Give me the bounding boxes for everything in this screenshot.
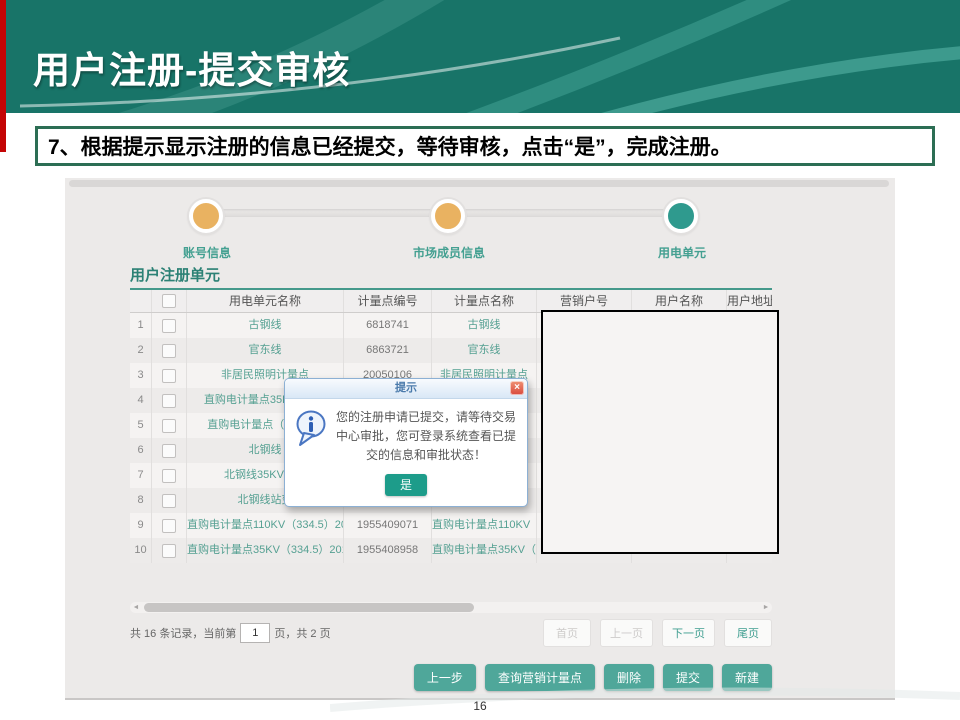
top-edge-bar (69, 180, 889, 187)
header-meter-no: 计量点编号 (344, 290, 432, 312)
prompt-dialog: 提示 × 您的注册申请已提交，请等待交易中心审批，您可登录系统查看已提交的信息和… (284, 378, 528, 507)
header-user-address: 用户地址 (727, 290, 772, 312)
presentation-slide: 用户注册-提交审核 7、根据提示显示注册的信息已经提交，等待审核，点击“是”，完… (0, 0, 960, 720)
slide-header-band: 用户注册-提交审核 (0, 0, 960, 113)
record-summary-prefix: 共 16 条记录，当前第 (130, 625, 236, 641)
meter-no: 6863721 (344, 338, 432, 363)
dialog-button-row: 是 (295, 465, 517, 496)
row-number: 10 (130, 538, 152, 563)
header-unit-name: 用电单元名称 (187, 290, 344, 312)
unit-name-link[interactable]: 官东线 (187, 338, 344, 363)
row-checkbox[interactable] (162, 344, 176, 358)
instruction-box: 7、根据提示显示注册的信息已经提交，等待审核，点击“是”，完成注册。 (35, 126, 935, 166)
unit-name-link[interactable]: 直购电计量点110KV（334.5）2018 (187, 513, 344, 538)
row-checkbox[interactable] (162, 519, 176, 533)
prev-page-button[interactable]: 上一页 (600, 619, 653, 647)
header-marketing-account: 营销户号 (537, 290, 632, 312)
checkbox-cell (152, 363, 187, 388)
page-number-input[interactable] (240, 623, 270, 643)
first-page-button[interactable]: 首页 (543, 619, 591, 647)
meter-name: 官东线 (432, 338, 537, 363)
meter-no: 1955409071 (344, 513, 432, 538)
dialog-body: 您的注册申请已提交，请等待交易中心审批，您可登录系统查看已提交的信息和审批状态！… (285, 399, 527, 506)
slide-page-number: 16 (0, 699, 960, 713)
pager-buttons: 首页 上一页 下一页 尾页 (543, 619, 772, 647)
new-button[interactable]: 新建 (722, 664, 772, 691)
unit-name-link[interactable]: 古钢线 (187, 313, 344, 338)
row-checkbox[interactable] (162, 469, 176, 483)
scrollbar-thumb[interactable] (144, 603, 474, 612)
row-checkbox[interactable] (162, 544, 176, 558)
dialog-title-bar: 提示 × (285, 379, 527, 399)
row-number: 6 (130, 438, 152, 463)
checkbox-cell (152, 388, 187, 413)
row-number: 2 (130, 338, 152, 363)
record-summary-suffix: 页，共 2 页 (274, 625, 330, 641)
meter-name: 古钢线 (432, 313, 537, 338)
row-number: 3 (130, 363, 152, 388)
row-checkbox[interactable] (162, 444, 176, 458)
action-buttons-bar: 上一步 查询营销计量点 删除 提交 新建 (130, 664, 772, 691)
row-checkbox[interactable] (162, 419, 176, 433)
info-icon (295, 410, 329, 448)
checkbox-cell (152, 513, 187, 538)
row-checkbox[interactable] (162, 394, 176, 408)
checkbox-cell (152, 338, 187, 363)
slide-title: 用户注册-提交审核 (33, 40, 350, 94)
previous-step-button[interactable]: 上一步 (414, 664, 476, 691)
meter-no: 6818741 (344, 313, 432, 338)
step-dot-power-unit[interactable] (664, 199, 698, 233)
select-all-checkbox[interactable] (162, 294, 176, 308)
registration-stepper: 账号信息 市场成员信息 用电单元 (65, 196, 895, 266)
step-label-account-info: 账号信息 (137, 244, 277, 261)
step-dot-account-info[interactable] (189, 199, 223, 233)
checkbox-cell (152, 313, 187, 338)
header-checkbox-cell (152, 290, 187, 312)
yes-button[interactable]: 是 (385, 474, 427, 496)
last-page-button[interactable]: 尾页 (724, 619, 772, 647)
row-number: 7 (130, 463, 152, 488)
horizontal-scrollbar[interactable]: ◄ ► (130, 602, 772, 613)
step-label-market-member-info: 市场成员信息 (379, 244, 519, 261)
section-title: 用户注册单元 (130, 264, 220, 285)
unit-name-link[interactable]: 直购电计量点35KV（334.5）20180 (187, 538, 344, 563)
next-page-button[interactable]: 下一页 (662, 619, 715, 647)
checkbox-cell (152, 463, 187, 488)
meter-no: 1955408958 (344, 538, 432, 563)
submit-button[interactable]: 提交 (663, 664, 713, 691)
row-number: 1 (130, 313, 152, 338)
step-dot-market-member-info[interactable] (431, 199, 465, 233)
meter-name: 直购电计量点110KV（ (432, 513, 537, 538)
checkbox-cell (152, 538, 187, 563)
app-screenshot-region: 账号信息 市场成员信息 用电单元 用户注册单元 用电单元名称 计量点编号 计量点… (65, 178, 895, 700)
header-user-name: 用户名称 (632, 290, 727, 312)
checkbox-cell (152, 488, 187, 513)
row-number: 4 (130, 388, 152, 413)
header-meter-name: 计量点名称 (432, 290, 537, 312)
pagination-bar: 共 16 条记录，当前第 页，共 2 页 首页 上一页 下一页 尾页 (130, 619, 772, 647)
redaction-rectangle (541, 310, 779, 554)
scroll-left-icon[interactable]: ◄ (131, 602, 141, 613)
step-label-power-unit: 用电单元 (612, 244, 752, 261)
scroll-right-icon[interactable]: ► (761, 602, 771, 613)
checkbox-cell (152, 413, 187, 438)
row-number: 5 (130, 413, 152, 438)
row-checkbox[interactable] (162, 319, 176, 333)
delete-button[interactable]: 删除 (604, 664, 654, 691)
row-number: 8 (130, 488, 152, 513)
row-checkbox[interactable] (162, 494, 176, 508)
row-number: 9 (130, 513, 152, 538)
meter-name: 直购电计量点35KV（ (432, 538, 537, 563)
red-accent-stripe (0, 0, 6, 152)
header-row-number (130, 290, 152, 312)
checkbox-cell (152, 438, 187, 463)
row-checkbox[interactable] (162, 369, 176, 383)
close-icon[interactable]: × (510, 381, 524, 395)
query-marketing-meter-points-button[interactable]: 查询营销计量点 (485, 664, 595, 691)
dialog-title: 提示 (395, 382, 417, 394)
